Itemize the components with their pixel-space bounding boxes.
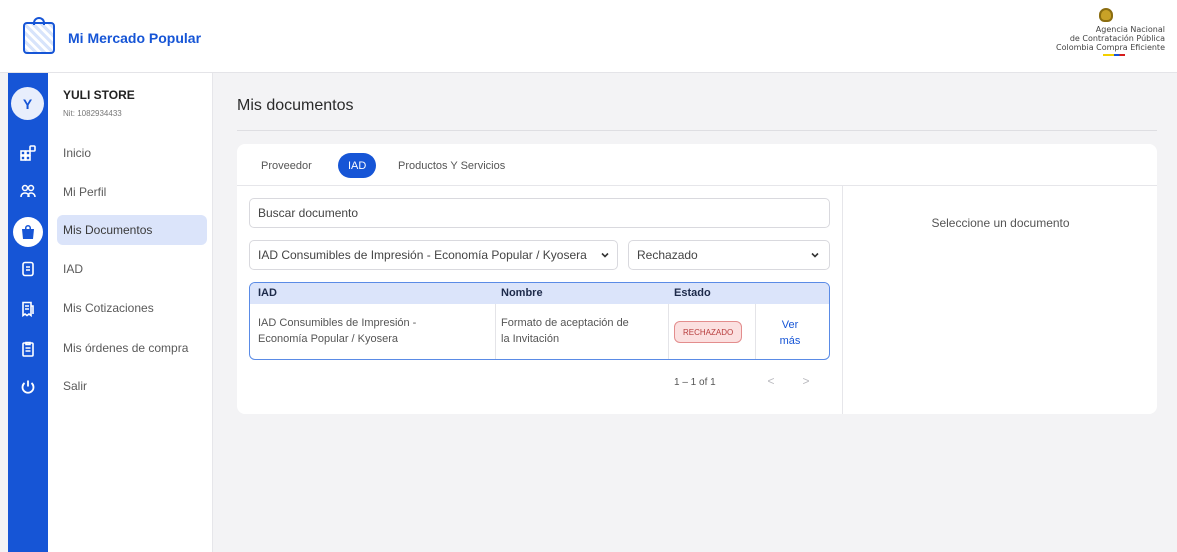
sidebar-item-iad[interactable]: IAD bbox=[57, 254, 207, 284]
search-input[interactable]: Buscar documento bbox=[249, 198, 830, 228]
icon-rail: Y bbox=[8, 73, 48, 552]
status-badge: RECHAZADO bbox=[674, 321, 743, 343]
ver-mas-link[interactable]: Ver más bbox=[760, 317, 820, 349]
agency-logo: Agencia Nacional de Contratación Pública… bbox=[1015, 8, 1165, 56]
column-header-nombre[interactable]: Nombre bbox=[501, 287, 543, 299]
ver-mas-line-2: más bbox=[779, 335, 801, 347]
chevron-down-icon bbox=[601, 252, 609, 258]
power-icon[interactable] bbox=[18, 377, 38, 397]
title-divider bbox=[237, 130, 1157, 131]
clipboard-icon[interactable] bbox=[18, 339, 38, 359]
coat-of-arms-icon bbox=[1099, 8, 1113, 22]
table-row[interactable]: IAD Consumibles de Impresión - Economía … bbox=[250, 304, 829, 359]
iad-select-value: IAD Consumibles de Impresión - Economía … bbox=[258, 248, 587, 262]
document-icon[interactable] bbox=[18, 259, 38, 279]
empty-selection-hint: Seleccione un documento bbox=[931, 216, 1070, 230]
page-title: Mis documentos bbox=[237, 97, 354, 114]
previous-page-button[interactable]: < bbox=[764, 374, 778, 390]
column-header-estado[interactable]: Estado bbox=[674, 287, 711, 299]
documents-table: IAD Nombre Estado IAD Consumibles de Imp… bbox=[249, 282, 830, 360]
store-nit: Nit: 1082934433 bbox=[63, 109, 122, 118]
bag-icon[interactable] bbox=[13, 217, 43, 247]
cell-nombre-line-1: Formato de aceptación de bbox=[501, 317, 629, 329]
status-select[interactable]: Rechazado bbox=[628, 240, 830, 270]
pagination-label: 1 – 1 of 1 bbox=[674, 377, 716, 388]
iad-select[interactable]: IAD Consumibles de Impresión - Economía … bbox=[249, 240, 618, 270]
status-select-value: Rechazado bbox=[637, 248, 698, 262]
receipt-icon[interactable] bbox=[18, 299, 38, 319]
tab-productos-servicios[interactable]: Productos Y Servicios bbox=[388, 153, 515, 178]
flag-stripe bbox=[1103, 54, 1125, 56]
brand-title[interactable]: Mi Mercado Popular bbox=[68, 30, 201, 46]
sidebar-item-salir[interactable]: Salir bbox=[57, 371, 207, 401]
market-bag-logo-icon[interactable] bbox=[23, 17, 55, 54]
column-header-iad[interactable]: IAD bbox=[258, 287, 277, 299]
avatar[interactable]: Y bbox=[11, 87, 44, 120]
cell-iad: IAD Consumibles de Impresión - Economía … bbox=[258, 315, 416, 347]
tab-iad[interactable]: IAD bbox=[338, 153, 377, 178]
grid-icon[interactable] bbox=[18, 143, 38, 163]
cell-iad-line-2: Economía Popular / Kyosera bbox=[258, 333, 399, 345]
cell-nombre: Formato de aceptación de la Invitación bbox=[501, 315, 629, 347]
next-page-button[interactable]: > bbox=[799, 374, 813, 390]
agency-line-3: Colombia Compra Eficiente bbox=[1056, 43, 1165, 52]
cell-nombre-line-2: la Invitación bbox=[501, 333, 560, 345]
document-preview-panel: Seleccione un documento bbox=[842, 186, 1157, 414]
table-header: IAD Nombre Estado bbox=[250, 283, 829, 304]
agency-line-2: de Contratación Pública bbox=[1069, 34, 1165, 43]
tab-proveedor[interactable]: Proveedor bbox=[251, 153, 322, 178]
sidebar-item-inicio[interactable]: Inicio bbox=[57, 138, 207, 168]
sidebar: YULI STORE Nit: 1082934433 Inicio Mi Per… bbox=[48, 73, 213, 552]
users-icon[interactable] bbox=[18, 181, 38, 201]
sidebar-item-mis-documentos[interactable]: Mis Documentos bbox=[57, 215, 207, 245]
chevron-down-icon bbox=[811, 252, 819, 258]
ver-mas-line-1: Ver bbox=[781, 319, 799, 331]
documents-card: Proveedor IAD Productos Y Servicios Busc… bbox=[237, 144, 1157, 414]
agency-line-1: Agencia Nacional bbox=[1095, 25, 1165, 34]
sidebar-item-mis-cotizaciones[interactable]: Mis Cotizaciones bbox=[57, 293, 207, 323]
top-header: Mi Mercado Popular Agencia Nacional de C… bbox=[0, 0, 1177, 73]
cell-iad-line-1: IAD Consumibles de Impresión - bbox=[258, 317, 417, 329]
store-name: YULI STORE bbox=[63, 88, 135, 102]
tabs-bar: Proveedor IAD Productos Y Servicios bbox=[237, 144, 1157, 186]
sidebar-item-mis-ordenes[interactable]: Mis órdenes de compra bbox=[57, 333, 207, 363]
app-root: Mi Mercado Popular Agencia Nacional de C… bbox=[0, 0, 1177, 552]
sidebar-item-mi-perfil[interactable]: Mi Perfil bbox=[57, 177, 207, 207]
